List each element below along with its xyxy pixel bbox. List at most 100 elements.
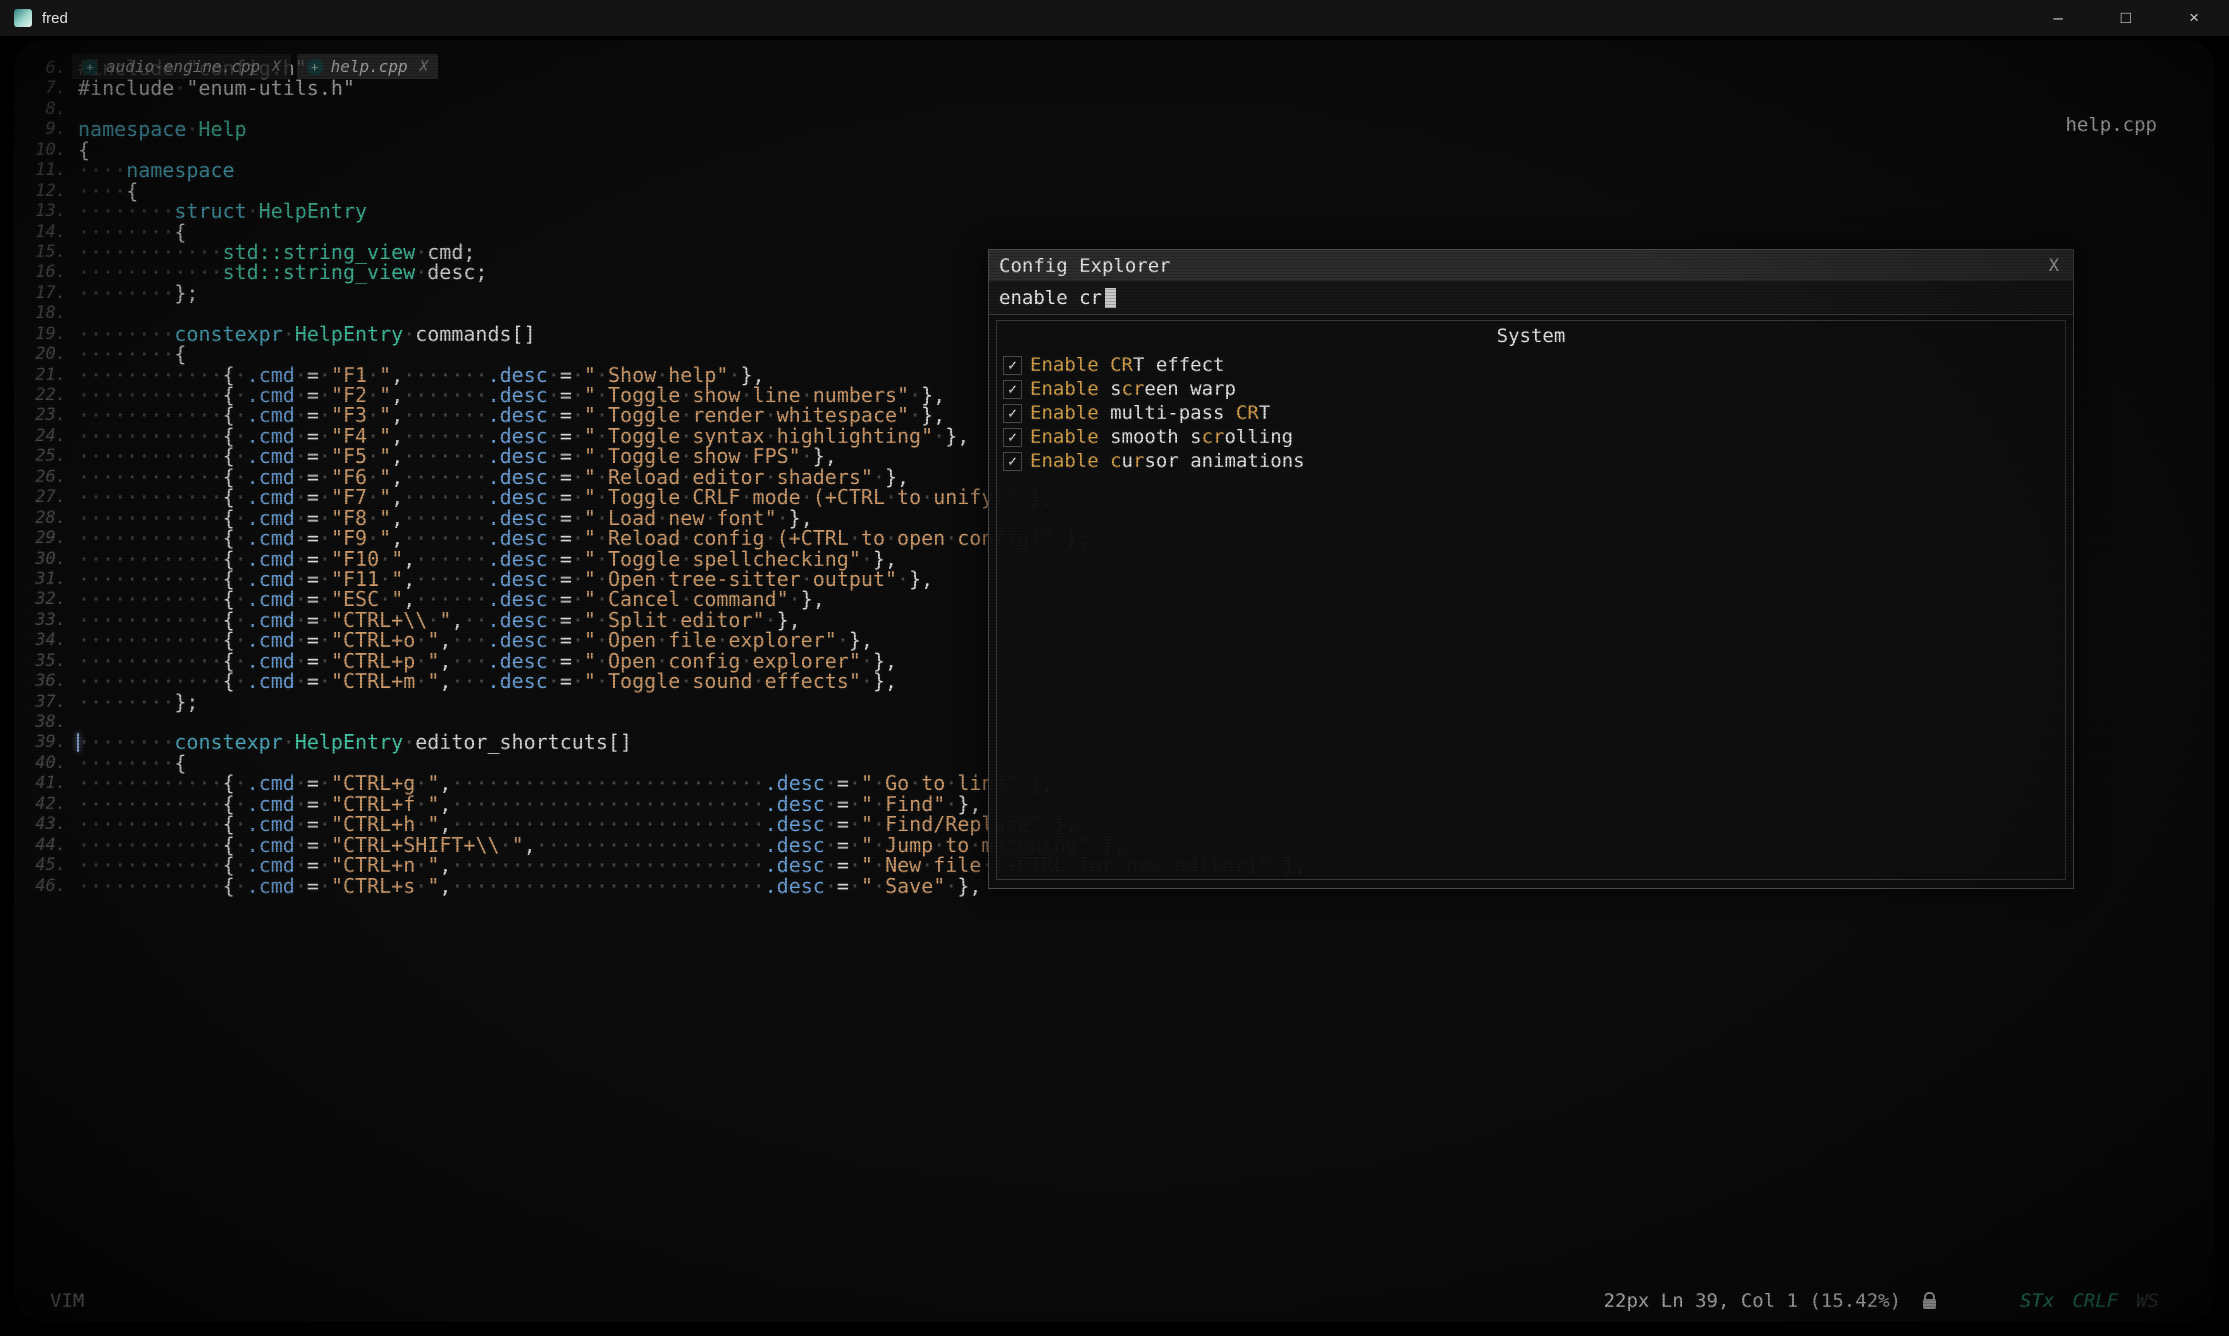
code-line[interactable]: 7.#include·"enum-utils.h" bbox=[20, 78, 2215, 98]
line-number: 30. bbox=[20, 549, 78, 569]
line-number: 15. bbox=[20, 242, 78, 262]
config-search-query: enable cr bbox=[999, 287, 1102, 309]
code-line[interactable]: 12.····{ bbox=[20, 181, 2215, 201]
code-line-text: ····namespace bbox=[78, 160, 235, 180]
tab-bar: +audio-engine.cppX + help.cpp X bbox=[72, 54, 438, 79]
code-line-text: ············{·.cmd·=·"CTRL+h·",·········… bbox=[78, 814, 1078, 834]
line-number: 8. bbox=[20, 99, 78, 119]
line-number: 42. bbox=[20, 794, 78, 814]
line-number: 29. bbox=[20, 528, 78, 548]
status-flag-stx[interactable]: STx bbox=[2020, 1290, 2054, 1312]
buffer-filename-overlay: help.cpp bbox=[2065, 114, 2157, 136]
close-button[interactable]: × bbox=[2189, 8, 2199, 28]
config-item-label: Enable cursor animations bbox=[1030, 450, 1305, 472]
line-number: 11. bbox=[20, 160, 78, 180]
config-item-label: Enable screen warp bbox=[1030, 378, 1236, 400]
tab-close-icon[interactable]: X bbox=[272, 59, 280, 75]
line-number: 40. bbox=[20, 753, 78, 773]
config-item-label: Enable smooth scrolling bbox=[1030, 426, 1293, 448]
line-number: 7. bbox=[20, 78, 78, 98]
code-line[interactable]: 9.namespace·Help bbox=[20, 119, 2215, 139]
code-line-text: ············{·.cmd·=·"F5·",·······.desc·… bbox=[78, 446, 837, 466]
line-number: 10. bbox=[20, 140, 78, 160]
line-number: 38. bbox=[20, 712, 78, 732]
code-line[interactable]: 14.········{ bbox=[20, 222, 2215, 242]
status-mode: VIM bbox=[50, 1290, 84, 1312]
config-search-input[interactable]: enable cr bbox=[989, 281, 2073, 315]
code-line-text: ············{·.cmd·=·"CTRL+g·",·········… bbox=[78, 773, 1054, 793]
minimize-button[interactable]: – bbox=[2053, 8, 2062, 28]
line-number: 32. bbox=[20, 589, 78, 609]
line-number: 20. bbox=[20, 344, 78, 364]
line-number: 46. bbox=[20, 876, 78, 896]
checkbox-icon[interactable]: ✓ bbox=[1003, 452, 1022, 471]
window-titlebar: fred – □ × bbox=[0, 0, 2229, 36]
line-number: 27. bbox=[20, 487, 78, 507]
tab-help.cpp[interactable]: + help.cpp X bbox=[297, 54, 439, 79]
code-line[interactable]: 13.········struct·HelpEntry bbox=[20, 201, 2215, 221]
line-number: 26. bbox=[20, 467, 78, 487]
code-line[interactable]: 8. bbox=[20, 99, 2215, 119]
window-controls: – □ × bbox=[2053, 8, 2215, 28]
line-number: 14. bbox=[20, 222, 78, 242]
code-line-text: ············{·.cmd·=·"ESC·",······.desc·… bbox=[78, 589, 825, 609]
checkbox-icon[interactable]: ✓ bbox=[1003, 380, 1022, 399]
line-number: 39. bbox=[20, 732, 78, 752]
tab-audio-engine.cpp[interactable]: +audio-engine.cppX bbox=[72, 54, 291, 79]
code-line-text: ········}; bbox=[78, 283, 198, 303]
line-number: 35. bbox=[20, 651, 78, 671]
code-line-text: namespace·Help bbox=[78, 119, 247, 139]
line-number: 23. bbox=[20, 405, 78, 425]
line-number: 37. bbox=[20, 692, 78, 712]
maximize-button[interactable]: □ bbox=[2121, 8, 2131, 28]
code-line-text: ············{·.cmd·=·"CTRL+s·",·········… bbox=[78, 876, 981, 896]
line-number: 36. bbox=[20, 671, 78, 691]
code-line[interactable]: 10.{ bbox=[20, 140, 2215, 160]
code-line-text: ············{·.cmd·=·"CTRL+m·",···.desc·… bbox=[78, 671, 897, 691]
checkbox-icon[interactable]: ✓ bbox=[1003, 356, 1022, 375]
code-line-text: ············{·.cmd·=·"F7·",·······.desc·… bbox=[78, 487, 1054, 507]
code-line-text: ············{·.cmd·=·"F3·",·······.desc·… bbox=[78, 405, 945, 425]
cpp-file-icon: + bbox=[307, 59, 323, 75]
code-line[interactable]: 11.····namespace bbox=[20, 160, 2215, 180]
config-item[interactable]: ✓ Enable screen warp bbox=[997, 377, 2065, 401]
code-line-text: ········{ bbox=[78, 222, 186, 242]
window-title: fred bbox=[42, 10, 68, 27]
checkbox-icon[interactable]: ✓ bbox=[1003, 404, 1022, 423]
config-item[interactable]: ✓ Enable cursor animations bbox=[997, 449, 2065, 473]
app-icon bbox=[14, 9, 32, 27]
config-explorer-panel: Config Explorer X enable cr System ✓Enab… bbox=[988, 249, 2074, 889]
line-number: 28. bbox=[20, 508, 78, 528]
status-position: 22px Ln 39, Col 1 (15.42%) bbox=[1604, 1290, 1901, 1312]
config-item[interactable]: ✓Enable CRT effect bbox=[997, 353, 2065, 377]
line-number: 18. bbox=[20, 303, 78, 323]
config-item[interactable]: ✓Enable multi-pass CRT bbox=[997, 401, 2065, 425]
line-number: 22. bbox=[20, 385, 78, 405]
checkbox-icon[interactable]: ✓ bbox=[1003, 428, 1022, 447]
code-line-text: #include·"enum-utils.h" bbox=[78, 78, 355, 98]
code-line-text: ············{·.cmd·=·"F8·",·······.desc·… bbox=[78, 508, 813, 528]
line-number: 25. bbox=[20, 446, 78, 466]
status-flags: STx CRLF WS bbox=[2020, 1290, 2159, 1312]
status-flag-ws[interactable]: WS bbox=[2136, 1290, 2159, 1312]
tab-close-icon[interactable]: X bbox=[420, 59, 428, 75]
line-number: 44. bbox=[20, 835, 78, 855]
line-number: 16. bbox=[20, 262, 78, 282]
line-number: 31. bbox=[20, 569, 78, 589]
code-line-text: ········}; bbox=[78, 692, 198, 712]
line-number: 21. bbox=[20, 365, 78, 385]
config-explorer-close-icon[interactable]: X bbox=[2045, 256, 2063, 276]
tab-label: help.cpp bbox=[331, 57, 408, 76]
line-number: 43. bbox=[20, 814, 78, 834]
config-item[interactable]: ✓ Enable smooth scrolling bbox=[997, 425, 2065, 449]
config-section-header: System bbox=[997, 325, 2065, 347]
line-number: 45. bbox=[20, 855, 78, 875]
code-line-text: ············{·.cmd·=·"CTRL+o·",···.desc·… bbox=[78, 630, 873, 650]
code-line-text: ············{·.cmd·=·"F1·",·······.desc·… bbox=[78, 365, 765, 385]
line-number: 9. bbox=[20, 119, 78, 139]
status-flag-crlf[interactable]: CRLF bbox=[2072, 1290, 2118, 1312]
code-line-text: ············{·.cmd·=·"F10·",······.desc·… bbox=[78, 549, 897, 569]
editor-screen: 6.#include·"config.h"7.#include·"enum-ut… bbox=[14, 40, 2215, 1322]
lock-icon bbox=[1923, 1299, 1936, 1309]
code-line-text: ············std::string_view·desc; bbox=[78, 262, 487, 282]
